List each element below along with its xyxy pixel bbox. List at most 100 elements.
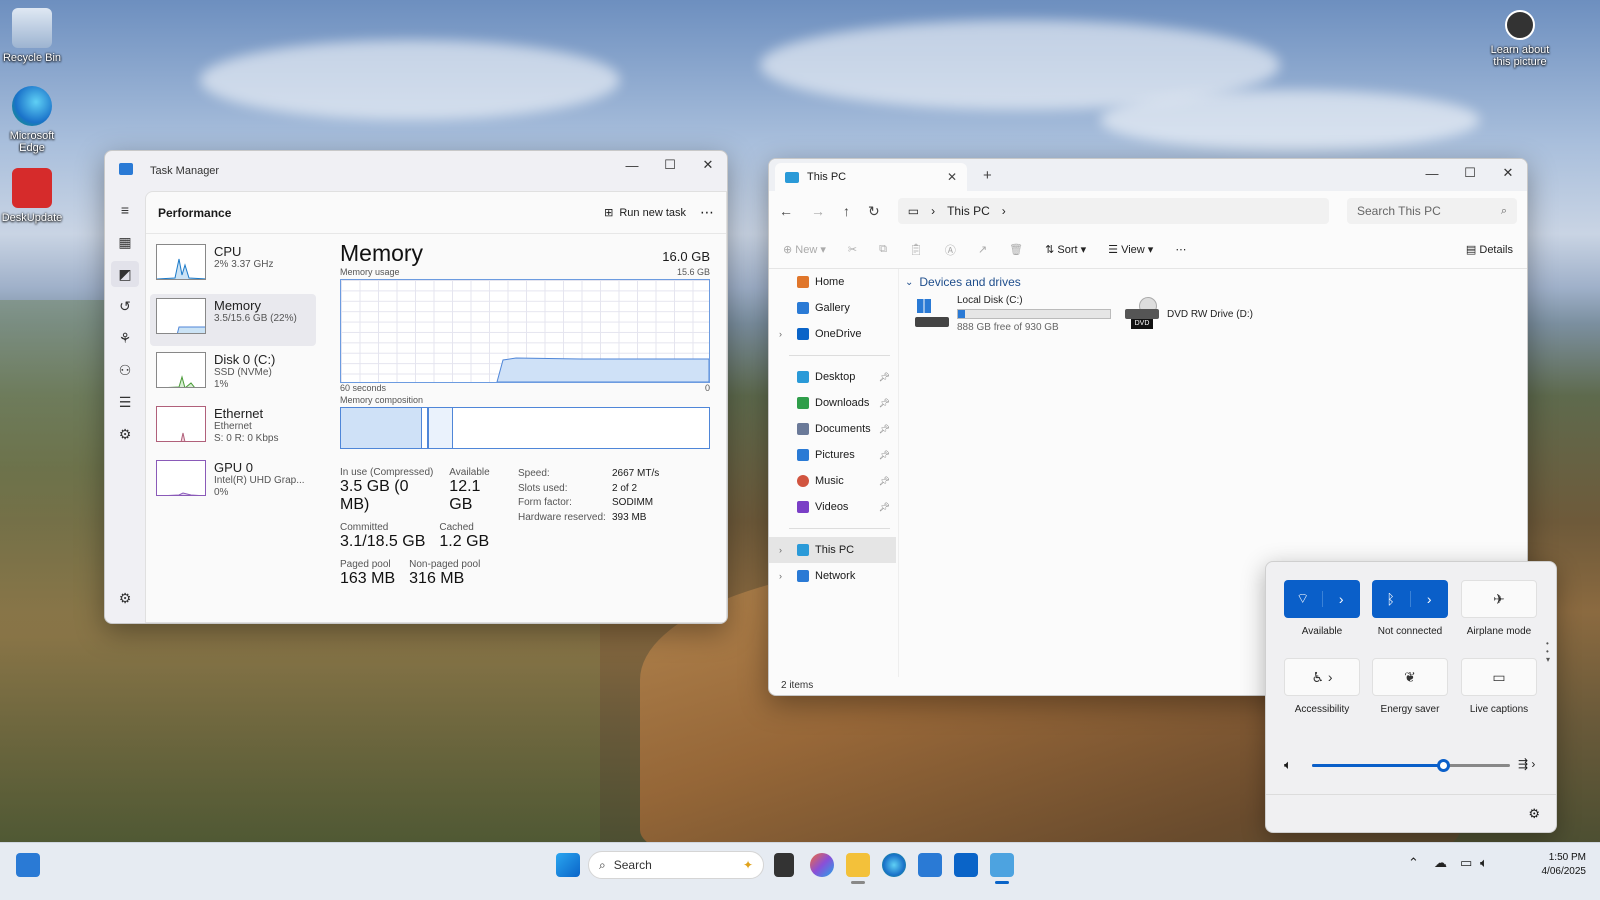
share-icon[interactable]: ↗: [978, 243, 987, 256]
settings-gear-icon[interactable]: ⚙: [1528, 806, 1540, 822]
forward-arrow-icon[interactable]: →: [811, 203, 825, 219]
airplane-mode-toggle[interactable]: ✈: [1461, 580, 1537, 618]
widgets-icon[interactable]: [16, 853, 40, 877]
desktop-icon-recycle-bin[interactable]: Recycle Bin: [0, 8, 64, 64]
accessibility-button[interactable]: ♿︎ ›: [1284, 658, 1360, 696]
nav-item-documents[interactable]: Documents 📌︎: [769, 416, 898, 442]
chevron-right-icon[interactable]: ›: [779, 545, 782, 555]
perf-item-disk[interactable]: Disk 0 (C:) SSD (NVMe) 1%: [150, 348, 316, 400]
details-button[interactable]: ▤ Details: [1466, 243, 1513, 256]
volume-slider[interactable]: [1312, 759, 1510, 772]
energy-saver-toggle[interactable]: ❦: [1372, 658, 1448, 696]
new-button[interactable]: ⊕ New ▾: [783, 243, 826, 256]
view-label: View: [1121, 244, 1145, 256]
outlook-icon[interactable]: [954, 853, 978, 877]
new-tab-icon[interactable]: +: [983, 167, 992, 184]
task-manager-icon[interactable]: [990, 853, 1014, 877]
search-input[interactable]: Search This PC ⌕: [1347, 198, 1517, 224]
hamburger-menu-icon[interactable]: ≡: [111, 197, 139, 223]
nav-item-desktop[interactable]: Desktop 📌︎: [769, 364, 898, 390]
perf-item-memory[interactable]: Memory 3.5/15.6 GB (22%): [150, 294, 316, 346]
system-clock[interactable]: 1:50 PM 4/06/2025: [1542, 851, 1587, 879]
perf-item-cpu[interactable]: CPU 2% 3.37 GHz: [150, 240, 316, 292]
processes-icon[interactable]: ▦: [111, 229, 139, 255]
tab-this-pc[interactable]: This PC ✕: [775, 163, 967, 191]
video-icon: [797, 501, 809, 513]
nav-item-network[interactable]: › Network: [769, 563, 898, 589]
paste-icon[interactable]: 📋︎: [909, 243, 923, 256]
task-view-icon[interactable]: [774, 853, 794, 877]
audio-output-icon[interactable]: ⇶ ›: [1518, 757, 1535, 771]
more-options-icon[interactable]: ⋯: [1175, 243, 1186, 256]
users-icon[interactable]: ⚇: [111, 357, 139, 383]
services-icon[interactable]: ⚙: [111, 421, 139, 447]
store-icon[interactable]: [918, 853, 942, 877]
sort-button[interactable]: ⇅ Sort ▾: [1045, 243, 1086, 256]
perf-item-gpu[interactable]: GPU 0 Intel(R) UHD Grap... 0%: [150, 456, 316, 508]
edge-icon: [12, 86, 52, 126]
nav-item-onedrive[interactable]: › OneDrive: [769, 321, 898, 347]
chevron-up-icon[interactable]: ⌃: [1408, 855, 1419, 871]
copilot-icon[interactable]: [810, 853, 834, 877]
more-options-icon[interactable]: ⋯: [700, 204, 714, 221]
details-icon[interactable]: ☰: [111, 389, 139, 415]
app-history-icon[interactable]: ↺: [111, 293, 139, 319]
section-devices-drives[interactable]: ⌄ Devices and drives: [905, 275, 1527, 289]
chevron-right-icon[interactable]: ›: [1409, 591, 1449, 607]
taskbar-search[interactable]: ⌕ Search ✦: [588, 851, 764, 879]
committed-value: 3.1/18.5 GB: [340, 533, 426, 550]
back-arrow-icon[interactable]: ←: [779, 203, 793, 219]
learn-about-picture[interactable]: Learn about this picture: [1488, 10, 1552, 68]
nav-item-music[interactable]: Music 📌︎: [769, 468, 898, 494]
address-bar[interactable]: ▭ › This PC ›: [897, 198, 1329, 224]
close-button[interactable]: ✕: [689, 151, 727, 179]
chevron-right-icon[interactable]: ›: [1321, 591, 1361, 607]
drive-dvd-rw-d[interactable]: DVD DVD RW Drive (D:): [1125, 297, 1253, 331]
drive-local-disk-c[interactable]: Local Disk (C:) 888 GB free of 930 GB: [915, 295, 1111, 333]
maximize-button[interactable]: ☐: [1451, 159, 1489, 187]
run-new-task-button[interactable]: ⊞ Run new task: [604, 206, 686, 220]
close-button[interactable]: ✕: [1489, 159, 1527, 187]
cut-icon[interactable]: ✂: [848, 243, 857, 256]
file-explorer-icon[interactable]: [846, 853, 870, 877]
nav-item-home[interactable]: Home: [769, 269, 898, 295]
perf-item-ethernet[interactable]: Ethernet Ethernet S: 0 R: 0 Kbps: [150, 402, 316, 454]
minimize-button[interactable]: —: [1413, 159, 1451, 187]
settings-gear-icon[interactable]: ⚙: [111, 585, 139, 611]
up-arrow-icon[interactable]: ↑: [843, 203, 850, 219]
search-placeholder: Search This PC: [1357, 204, 1441, 218]
nonpaged-pool-value: 316 MB: [409, 570, 465, 587]
desktop-icon-deskupdate[interactable]: DeskUpdate: [0, 168, 64, 224]
copy-icon[interactable]: ⧉: [879, 243, 887, 256]
nav-item-this-pc[interactable]: › This PC: [769, 537, 896, 563]
breadcrumb[interactable]: This PC: [947, 204, 990, 218]
edge-icon[interactable]: [882, 853, 906, 877]
performance-icon[interactable]: ◩: [111, 261, 139, 287]
start-windows-icon[interactable]: [556, 853, 580, 877]
chevron-right-icon[interactable]: ›: [779, 329, 782, 339]
delete-icon[interactable]: 🗑︎: [1009, 243, 1023, 256]
refresh-icon[interactable]: ↻: [868, 203, 880, 220]
nav-item-pictures[interactable]: Pictures 📌︎: [769, 442, 898, 468]
live-captions-toggle[interactable]: ▭: [1461, 658, 1537, 696]
bluetooth-toggle[interactable]: ᛒ ›: [1372, 580, 1448, 618]
network-icon[interactable]: ▭: [1460, 855, 1472, 871]
page-indicator[interactable]: • • ▾: [1546, 640, 1550, 664]
rename-icon[interactable]: Ⓐ: [945, 242, 956, 258]
wifi-toggle[interactable]: ⌔ ›: [1284, 580, 1360, 618]
maximize-button[interactable]: ☐: [651, 151, 689, 179]
nav-item-gallery[interactable]: Gallery: [769, 295, 898, 321]
chevron-right-icon[interactable]: ›: [779, 571, 782, 581]
speaker-icon[interactable]: 🔈︎: [1284, 757, 1292, 773]
volume-icon[interactable]: 🔈︎: [1480, 855, 1488, 871]
volume-thumb[interactable]: [1436, 759, 1450, 772]
sort-label: Sort: [1057, 244, 1078, 256]
nav-item-videos[interactable]: Videos 📌︎: [769, 494, 898, 520]
onedrive-icon[interactable]: ☁: [1434, 855, 1447, 871]
close-tab-icon[interactable]: ✕: [947, 170, 957, 184]
nav-item-downloads[interactable]: Downloads 📌︎: [769, 390, 898, 416]
startup-apps-icon[interactable]: ⚘: [111, 325, 139, 351]
minimize-button[interactable]: —: [613, 151, 651, 179]
view-button[interactable]: ☰ View ▾: [1108, 243, 1153, 256]
desktop-icon-edge[interactable]: Microsoft Edge: [0, 86, 64, 154]
